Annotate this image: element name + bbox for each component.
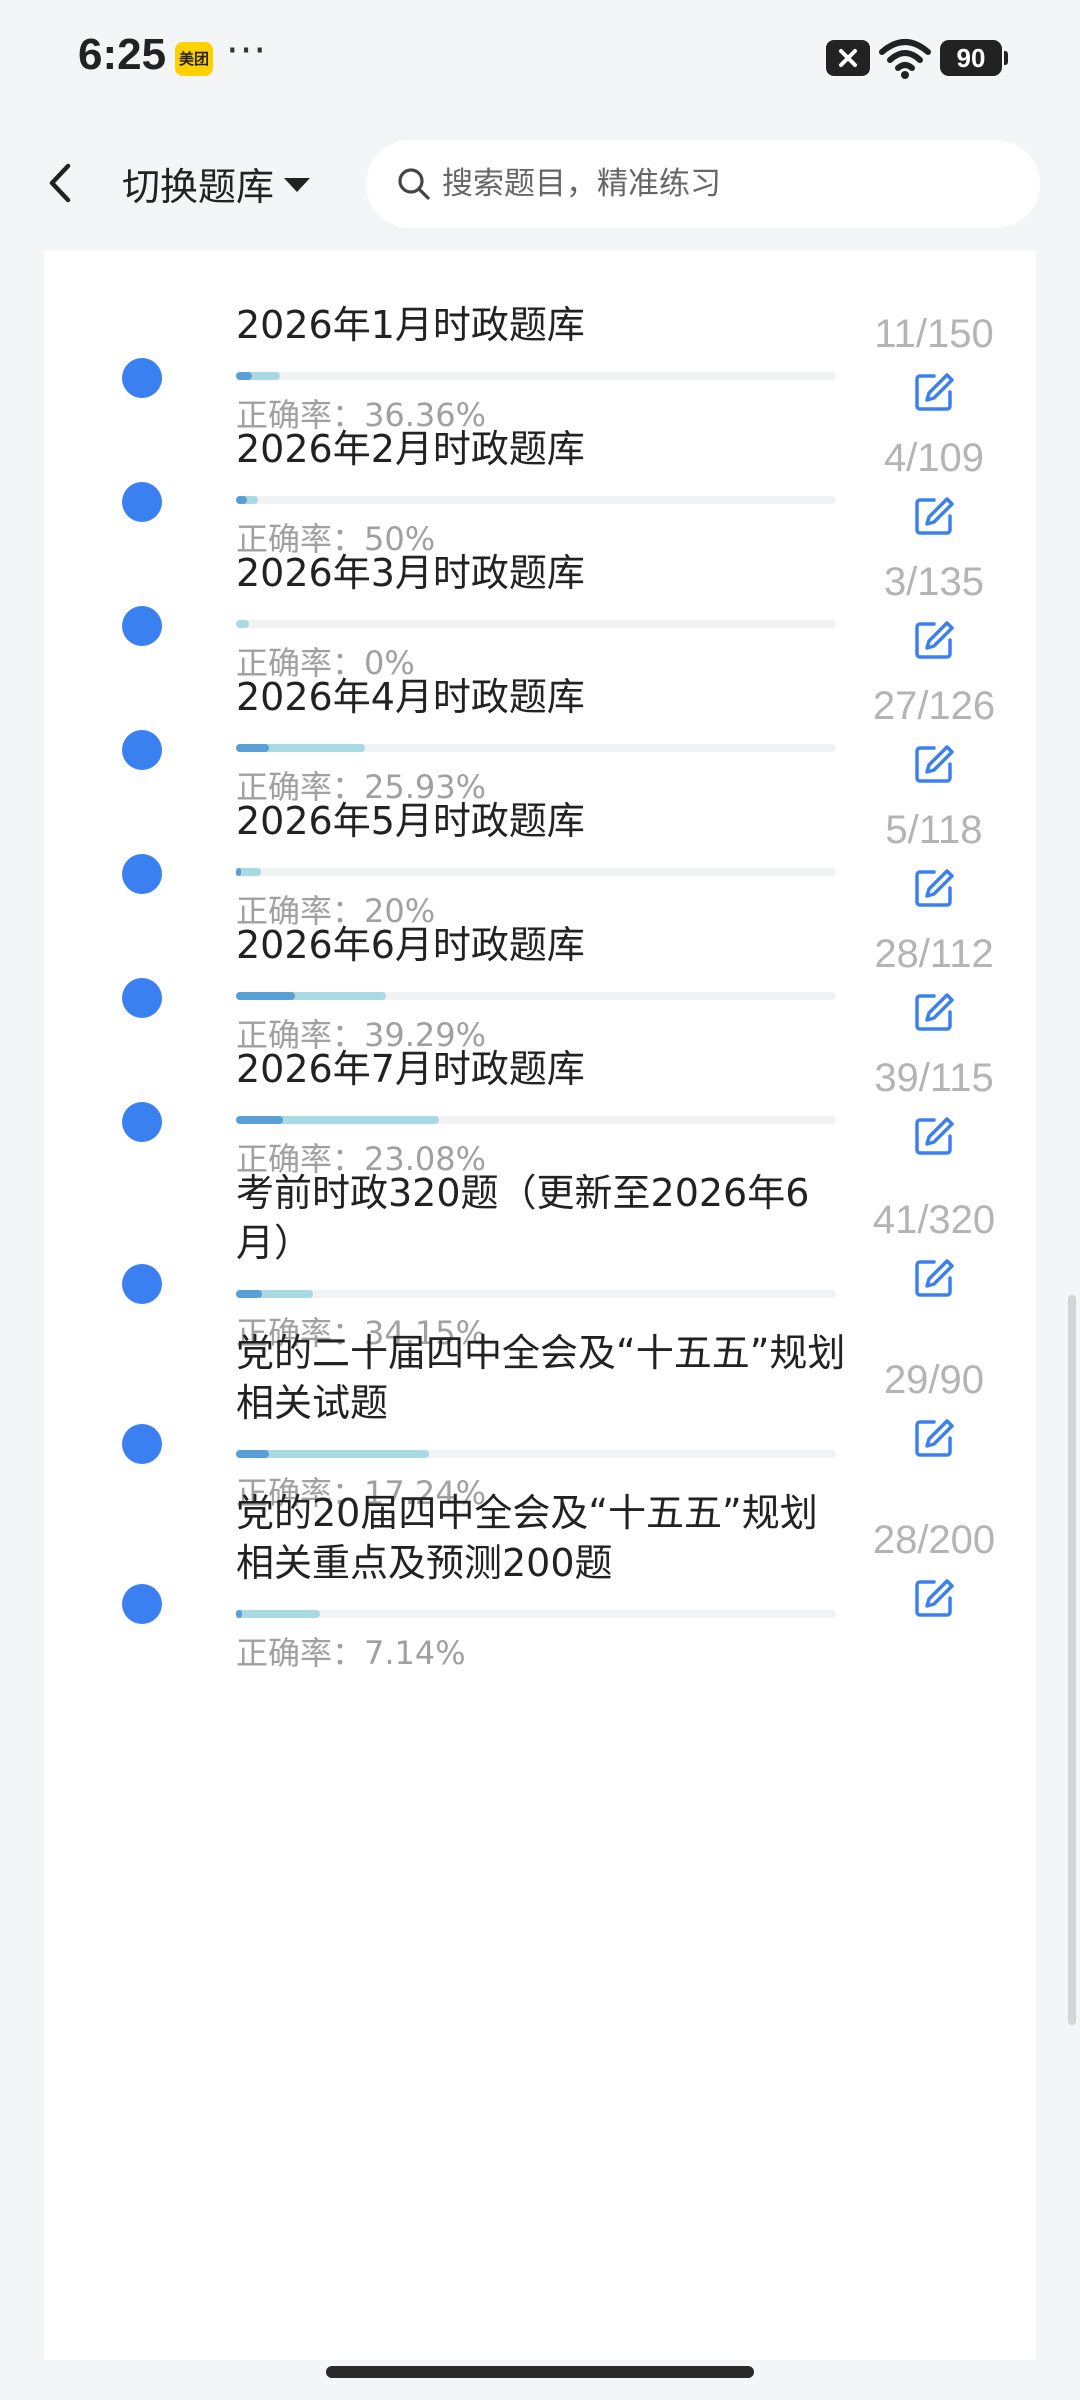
bank-progress-bar	[236, 868, 836, 876]
bank-progress-bar	[236, 620, 836, 628]
bank-progress-bar	[236, 1116, 836, 1124]
bank-title: 2026年2月时政题库	[236, 427, 585, 471]
bank-progress-count: 28/112	[874, 932, 994, 976]
search-icon	[398, 168, 430, 200]
bank-title: 2026年4月时政题库	[236, 675, 585, 719]
more-notifications-icon: ···	[226, 28, 268, 74]
bank-title: 考前时政320题（更新至2026年6月）	[236, 1171, 810, 1265]
switch-bank-dropdown[interactable]: 切换题库	[122, 158, 311, 209]
edit-icon[interactable]	[912, 1256, 956, 1300]
caret-down-icon	[284, 178, 311, 192]
bank-progress-done	[236, 620, 250, 628]
meituan-notification-icon: 美团	[175, 42, 213, 76]
bank-progress-count: 28/200	[872, 1518, 996, 1562]
wifi-icon	[879, 39, 931, 79]
edit-icon[interactable]	[912, 990, 956, 1034]
edit-icon[interactable]	[912, 618, 956, 662]
bank-title: 党的二十届四中全会及“十五五”规划相关试题	[236, 1331, 846, 1425]
edit-icon[interactable]	[912, 742, 956, 786]
bank-progress-done	[236, 1610, 320, 1618]
edit-icon[interactable]	[912, 494, 956, 538]
bank-progress-count: 29/90	[883, 1358, 985, 1402]
bank-accuracy: 正确率：7.14%	[236, 1634, 466, 1672]
bank-title: 党的20届四中全会及“十五五”规划相关重点及预测200题	[236, 1491, 818, 1585]
edit-icon[interactable]	[912, 866, 956, 910]
bank-status-dot	[122, 978, 162, 1018]
bank-progress-count: 11/150	[874, 312, 994, 356]
bank-progress-count: 5/118	[885, 808, 983, 852]
bank-progress-bar	[236, 744, 836, 752]
bank-progress-correct	[236, 1290, 263, 1298]
bank-progress-correct	[236, 1450, 270, 1458]
no-sim-icon	[826, 40, 870, 76]
bank-title: 2026年5月时政题库	[236, 799, 585, 843]
bank-progress-count: 4/109	[883, 436, 985, 480]
edit-icon[interactable]	[912, 1114, 956, 1158]
bank-title: 2026年6月时政题库	[236, 923, 585, 967]
edit-icon[interactable]	[912, 1576, 956, 1620]
bank-list-item[interactable]: 党的20届四中全会及“十五五”规划相关重点及预测200题正确率：7.14% 28/…	[44, 1488, 1036, 1698]
bank-progress-correct	[236, 1610, 242, 1618]
bank-progress-bar	[236, 1450, 836, 1458]
bank-status-dot	[122, 1584, 162, 1624]
bank-status-dot	[122, 730, 162, 770]
bank-progress-bar	[236, 992, 836, 1000]
battery-indicator: 90	[940, 40, 1008, 76]
bank-title: 2026年7月时政题库	[236, 1047, 585, 1091]
bank-progress-correct	[236, 868, 242, 876]
bank-status-dot	[122, 482, 162, 522]
bank-status-dot	[122, 1424, 162, 1464]
bank-progress-bar	[236, 372, 836, 380]
bank-title: 2026年1月时政题库	[236, 303, 585, 347]
chevron-left-icon[interactable]	[44, 158, 78, 208]
bank-progress-correct	[236, 496, 247, 504]
bank-status-dot	[122, 854, 162, 894]
bank-progress-bar	[236, 1290, 836, 1298]
bank-status-dot	[122, 1264, 162, 1304]
status-time: 6:25	[78, 30, 167, 79]
bank-status-dot	[122, 358, 162, 398]
bank-status-dot	[122, 606, 162, 646]
bank-progress-count: 27/126	[872, 684, 996, 728]
bank-progress-count: 41/320	[872, 1198, 996, 1242]
switch-bank-label: 切换题库	[122, 164, 275, 209]
bank-progress-bar	[236, 1610, 836, 1618]
search-bar[interactable]	[366, 140, 1040, 228]
edit-icon[interactable]	[912, 1416, 956, 1460]
status-bar: 6:25 美团 ··· 90	[0, 0, 1080, 118]
search-input[interactable]	[440, 165, 1000, 203]
bank-progress-bar	[236, 496, 836, 504]
bank-status-dot	[122, 1102, 162, 1142]
edit-icon[interactable]	[912, 370, 956, 414]
home-indicator[interactable]	[326, 2366, 754, 2378]
top-bar: 切换题库	[0, 118, 1080, 250]
scrollbar[interactable]	[1068, 1295, 1076, 2025]
bank-progress-correct	[236, 372, 252, 380]
bank-progress-correct	[236, 744, 270, 752]
bank-progress-correct	[236, 992, 295, 1000]
bank-progress-correct	[236, 1116, 283, 1124]
bank-progress-count: 39/115	[874, 1056, 994, 1100]
bank-title: 2026年3月时政题库	[236, 551, 585, 595]
bank-list: 2026年1月时政题库 正确率：36.36% 11/150 2026年2月时政题库 正确…	[44, 250, 1036, 2360]
bank-progress-count: 3/135	[883, 560, 985, 604]
